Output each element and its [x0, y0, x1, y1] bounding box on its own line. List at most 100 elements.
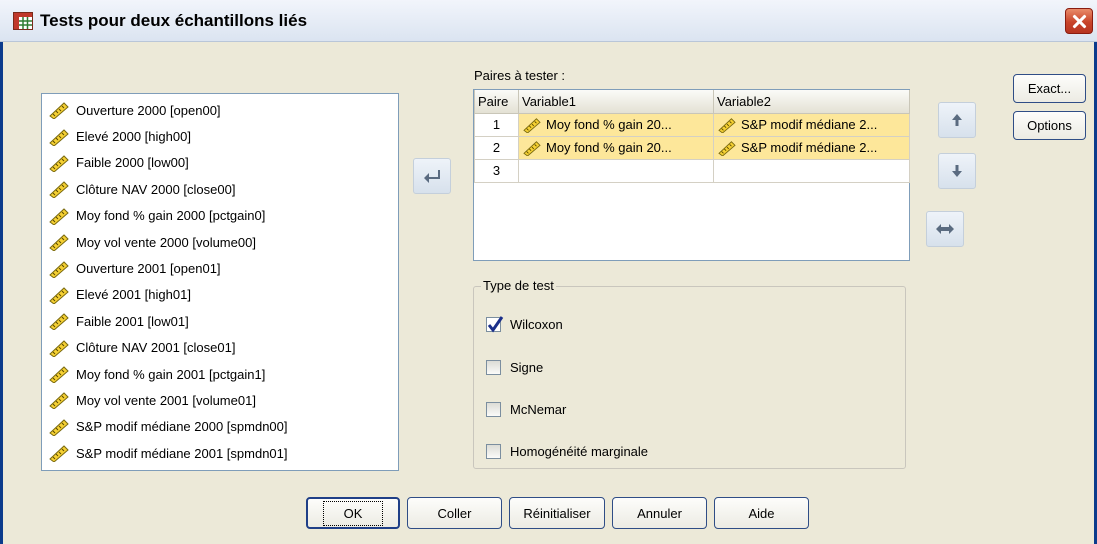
test-option-mcnemar[interactable]: McNemar: [486, 402, 566, 417]
test-option-wilcoxon[interactable]: Wilcoxon: [486, 316, 563, 333]
ok-button-label: OK: [322, 500, 384, 526]
header-variable2[interactable]: Variable2: [713, 90, 910, 114]
test-option-homog-n-it-marginale[interactable]: Homogénéité marginale: [486, 444, 648, 459]
arrow-left-icon[interactable]: [413, 158, 451, 194]
table-row[interactable]: 2 Moy fond % gain 20... S&P modif médiane …: [474, 135, 910, 160]
variable2-cell[interactable]: S&P modif médiane 2...: [713, 135, 910, 160]
cell-label: S&P modif médiane 2...: [741, 140, 878, 155]
checkmark-icon: [487, 316, 504, 333]
pairs-label: Paires à tester :: [474, 68, 566, 83]
list-item-label: Clôture NAV 2000 [close00]: [76, 181, 236, 197]
arrow-up-icon[interactable]: [938, 102, 976, 138]
list-item-label: Moy fond % gain 2000 [pctgain0]: [76, 208, 266, 224]
cell-label: Moy fond % gain 20...: [546, 140, 672, 155]
pair-number-cell: 1: [474, 112, 519, 137]
help-button-label: Aide: [748, 505, 775, 521]
checkbox-label: Signe: [510, 360, 544, 375]
scale-ruler-icon: [49, 313, 69, 331]
paste-button[interactable]: Coller: [407, 497, 502, 529]
list-item-label: S&P modif médiane 2001 [spmdn01]: [76, 445, 288, 461]
checkbox[interactable]: [486, 316, 504, 333]
list-item[interactable]: Moy vol vente 2001 [volume01]: [42, 387, 398, 413]
list-item[interactable]: Ouverture 2000 [open00]: [42, 97, 398, 123]
cell-label: Moy fond % gain 20...: [546, 117, 672, 132]
cancel-button[interactable]: Annuler: [612, 497, 707, 529]
cell-label: S&P modif médiane 2...: [741, 117, 878, 132]
variable1-cell[interactable]: Moy fond % gain 20...: [518, 112, 714, 137]
options-button[interactable]: Options: [1013, 111, 1086, 140]
list-item-label: Moy vol vente 2000 [volume00]: [76, 234, 256, 250]
checkbox[interactable]: [486, 360, 501, 375]
swap-horizontal-icon[interactable]: [926, 211, 964, 247]
scale-ruler-icon: [49, 208, 69, 225]
list-item[interactable]: Clôture NAV 2001 [close01]: [42, 335, 398, 361]
scale-ruler-icon: [49, 155, 69, 172]
variable2-cell[interactable]: [713, 158, 910, 183]
checkbox[interactable]: [486, 444, 501, 459]
cancel-button-label: Annuler: [637, 505, 682, 521]
header-variable1[interactable]: Variable1: [518, 90, 714, 114]
list-item-label: Moy vol vente 2001 [volume01]: [76, 392, 256, 408]
test-type-group: Type de test Wilcoxon Signe McNemar Homogén…: [473, 278, 906, 469]
scale-ruler-icon: [718, 140, 736, 156]
scale-ruler-icon: [49, 445, 69, 463]
scale-ruler-icon: [718, 117, 736, 133]
checkbox[interactable]: [486, 402, 501, 417]
variable2-cell[interactable]: S&P modif médiane 2...: [713, 112, 910, 137]
test-type-legend: Type de test: [481, 278, 556, 293]
close-icon[interactable]: [1065, 8, 1093, 34]
pairs-table[interactable]: Paire Variable1 Variable2 1 Moy fond % ga…: [473, 89, 910, 261]
list-item[interactable]: Ouverture 2001 [open01]: [42, 255, 398, 281]
list-item-label: Ouverture 2001 [open01]: [76, 261, 221, 277]
data-table-icon: [13, 12, 33, 30]
list-item[interactable]: Moy fond % gain 2000 [pctgain0]: [42, 203, 398, 229]
scale-ruler-icon: [49, 419, 69, 436]
list-item-label: Elevé 2001 [high01]: [76, 287, 191, 303]
variable1-cell[interactable]: Moy fond % gain 20...: [518, 135, 714, 160]
variable1-cell[interactable]: [518, 158, 714, 183]
exact-button-label: Exact...: [1027, 81, 1072, 96]
list-item[interactable]: S&P modif médiane 2000 [spmdn00]: [42, 414, 398, 440]
reset-button-label: Réinitialiser: [523, 505, 591, 521]
window-title: Tests pour deux échantillons liés: [40, 11, 308, 30]
exact-button[interactable]: Exact...: [1013, 74, 1086, 103]
list-item-label: Faible 2000 [low00]: [76, 155, 189, 171]
list-item-label: Clôture NAV 2001 [close01]: [76, 340, 236, 356]
paste-button-label: Coller: [437, 505, 472, 521]
arrow-down-icon[interactable]: [938, 153, 976, 189]
list-item[interactable]: Elevé 2000 [high00]: [42, 123, 398, 149]
scale-ruler-icon: [49, 128, 69, 146]
scale-ruler-icon: [49, 366, 69, 384]
list-item[interactable]: Moy vol vente 2000 [volume00]: [42, 229, 398, 255]
test-option-signe[interactable]: Signe: [486, 360, 543, 375]
checkbox-label: McNemar: [510, 402, 567, 417]
list-item[interactable]: S&P modif médiane 2001 [spmdn01]: [42, 440, 398, 466]
scale-ruler-icon: [49, 392, 69, 410]
reset-button[interactable]: Réinitialiser: [509, 497, 605, 529]
table-row[interactable]: 1 Moy fond % gain 20... S&P modif médiane …: [474, 112, 910, 137]
ok-button[interactable]: OK: [306, 497, 400, 529]
list-item-label: S&P modif médiane 2000 [spmdn00]: [76, 419, 288, 435]
source-variable-list[interactable]: Ouverture 2000 [open00] Elevé 2000 [high0…: [41, 93, 399, 471]
scale-ruler-icon: [49, 340, 69, 357]
scale-ruler-icon: [49, 234, 69, 252]
list-item[interactable]: Moy fond % gain 2001 [pctgain1]: [42, 361, 398, 387]
list-item[interactable]: Faible 2000 [low00]: [42, 150, 398, 176]
list-item[interactable]: Faible 2001 [low01]: [42, 308, 398, 334]
list-item[interactable]: Elevé 2001 [high01]: [42, 282, 398, 308]
list-item[interactable]: Clôture NAV 2000 [close00]: [42, 176, 398, 202]
scale-ruler-icon: [523, 140, 541, 156]
scale-ruler-icon: [49, 260, 69, 278]
scale-ruler-icon: [49, 181, 69, 199]
help-button[interactable]: Aide: [714, 497, 809, 529]
list-item-label: Ouverture 2000 [open00]: [76, 102, 221, 118]
scale-ruler-icon: [523, 117, 541, 133]
list-item-label: Moy fond % gain 2001 [pctgain1]: [76, 366, 266, 382]
checkbox-label: Wilcoxon: [510, 317, 563, 332]
pair-number-cell: 2: [474, 135, 519, 160]
scale-ruler-icon: [49, 102, 69, 120]
pair-number-cell: 3: [474, 158, 519, 183]
header-pair[interactable]: Paire: [474, 90, 519, 114]
table-row[interactable]: 3: [474, 158, 910, 183]
options-button-label: Options: [1027, 118, 1072, 133]
